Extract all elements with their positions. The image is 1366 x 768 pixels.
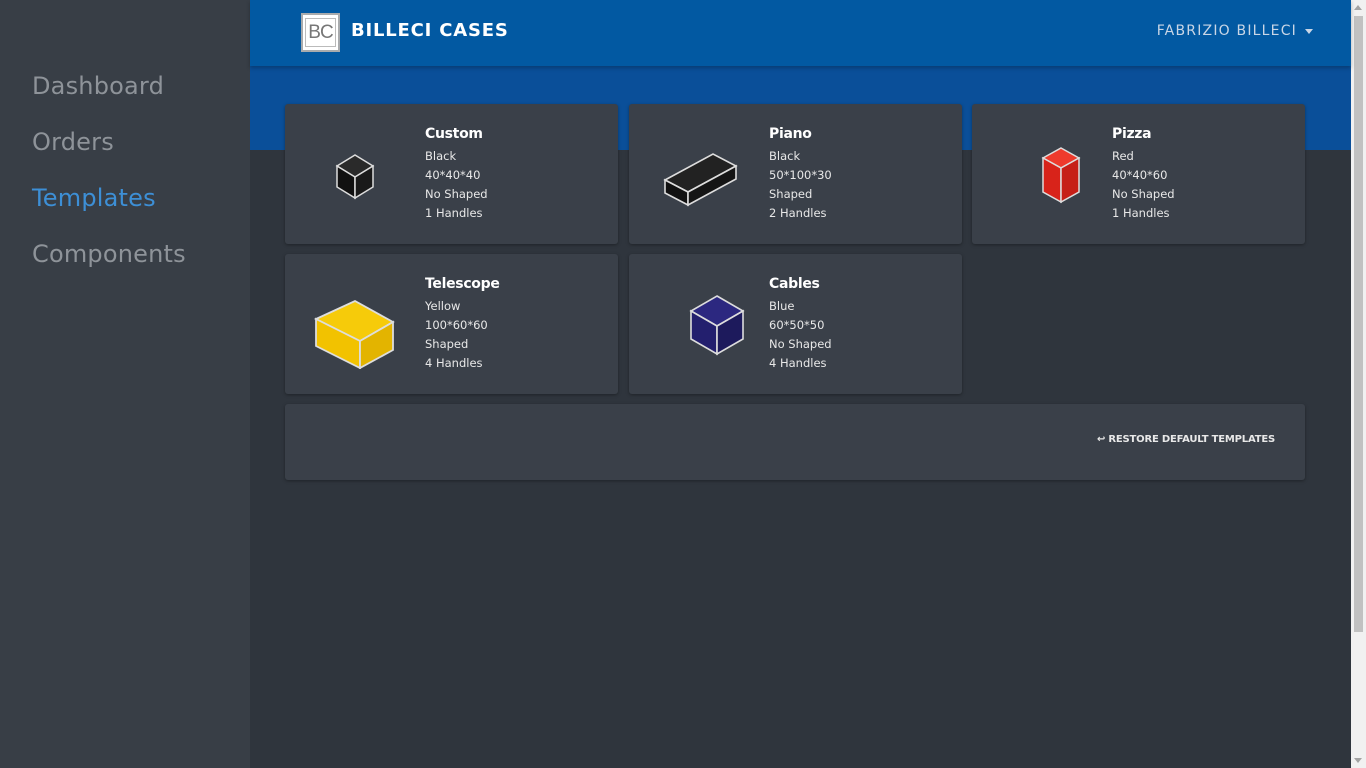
brand-name[interactable]: BILLECI CASES — [351, 20, 509, 41]
template-size: 60*50*50 — [769, 318, 825, 332]
template-card-piano[interactable]: Piano Black 50*100*30 Shaped 2 Handles — [629, 104, 962, 244]
template-handles: 4 Handles — [425, 356, 483, 370]
top-navbar: BC BILLECI CASES FABRIZIO BILLECI — [250, 0, 1351, 66]
sidebar: Dashboard Orders Templates Components — [0, 0, 250, 768]
cube-icon — [305, 134, 405, 219]
user-name: FABRIZIO BILLECI — [1156, 23, 1297, 39]
template-color: Blue — [769, 299, 795, 313]
template-handles: 1 Handles — [425, 206, 483, 220]
template-name: Custom — [425, 126, 483, 142]
scrollbar-thumb[interactable] — [1354, 16, 1363, 632]
sidebar-item-orders[interactable]: Orders — [32, 128, 114, 156]
template-shape: No Shaped — [1112, 187, 1175, 201]
template-info: Telescope Yellow 100*60*60 Shaped 4 Hand… — [425, 276, 500, 373]
template-name: Cables — [769, 276, 820, 292]
template-color: Black — [769, 149, 801, 163]
template-card-telescope[interactable]: Telescope Yellow 100*60*60 Shaped 4 Hand… — [285, 254, 618, 394]
template-shape: Shaped — [425, 337, 469, 351]
template-card-custom[interactable]: Custom Black 40*40*40 No Shaped 1 Handle… — [285, 104, 618, 244]
template-handles: 2 Handles — [769, 206, 827, 220]
restore-default-templates-button[interactable]: ↩ RESTORE DEFAULT TEMPLATES — [1097, 434, 1275, 445]
sidebar-item-templates[interactable]: Templates — [32, 184, 156, 212]
template-shape: No Shaped — [425, 187, 488, 201]
template-name: Pizza — [1112, 126, 1152, 142]
templates-footer: ↩ RESTORE DEFAULT TEMPLATES — [285, 404, 1305, 480]
template-info: Pizza Red 40*40*60 No Shaped 1 Handles — [1112, 126, 1175, 223]
long-box-icon — [649, 134, 749, 219]
template-size: 40*40*60 — [1112, 168, 1168, 182]
template-handles: 1 Handles — [1112, 206, 1170, 220]
wide-box-icon — [305, 284, 405, 370]
template-shape: Shaped — [769, 187, 813, 201]
tall-box-icon — [992, 134, 1092, 219]
template-name: Telescope — [425, 276, 500, 292]
template-info: Cables Blue 60*50*50 No Shaped 4 Handles — [769, 276, 832, 373]
scrollbar[interactable] — [1351, 0, 1366, 768]
brand-logo[interactable]: BC — [301, 13, 340, 52]
template-color: Yellow — [425, 299, 461, 313]
logo-text: BC — [305, 18, 336, 47]
template-size: 40*40*40 — [425, 168, 481, 182]
template-size: 50*100*30 — [769, 168, 832, 182]
user-menu-dropdown[interactable]: FABRIZIO BILLECI — [1157, 23, 1313, 39]
template-info: Piano Black 50*100*30 Shaped 2 Handles — [769, 126, 832, 223]
scroll-up-arrow-icon[interactable] — [1354, 5, 1362, 10]
template-color: Red — [1112, 149, 1134, 163]
template-handles: 4 Handles — [769, 356, 827, 370]
sidebar-item-dashboard[interactable]: Dashboard — [32, 72, 164, 100]
sidebar-item-components[interactable]: Components — [32, 240, 186, 268]
template-shape: No Shaped — [769, 337, 832, 351]
template-size: 100*60*60 — [425, 318, 488, 332]
scroll-down-arrow-icon[interactable] — [1354, 758, 1362, 763]
template-color: Black — [425, 149, 457, 163]
cube-icon — [649, 284, 749, 369]
template-name: Piano — [769, 126, 812, 142]
template-card-cables[interactable]: Cables Blue 60*50*50 No Shaped 4 Handles — [629, 254, 962, 394]
template-card-pizza[interactable]: Pizza Red 40*40*60 No Shaped 1 Handles — [972, 104, 1305, 244]
caret-down-icon — [1305, 28, 1313, 34]
template-info: Custom Black 40*40*40 No Shaped 1 Handle… — [425, 126, 488, 223]
